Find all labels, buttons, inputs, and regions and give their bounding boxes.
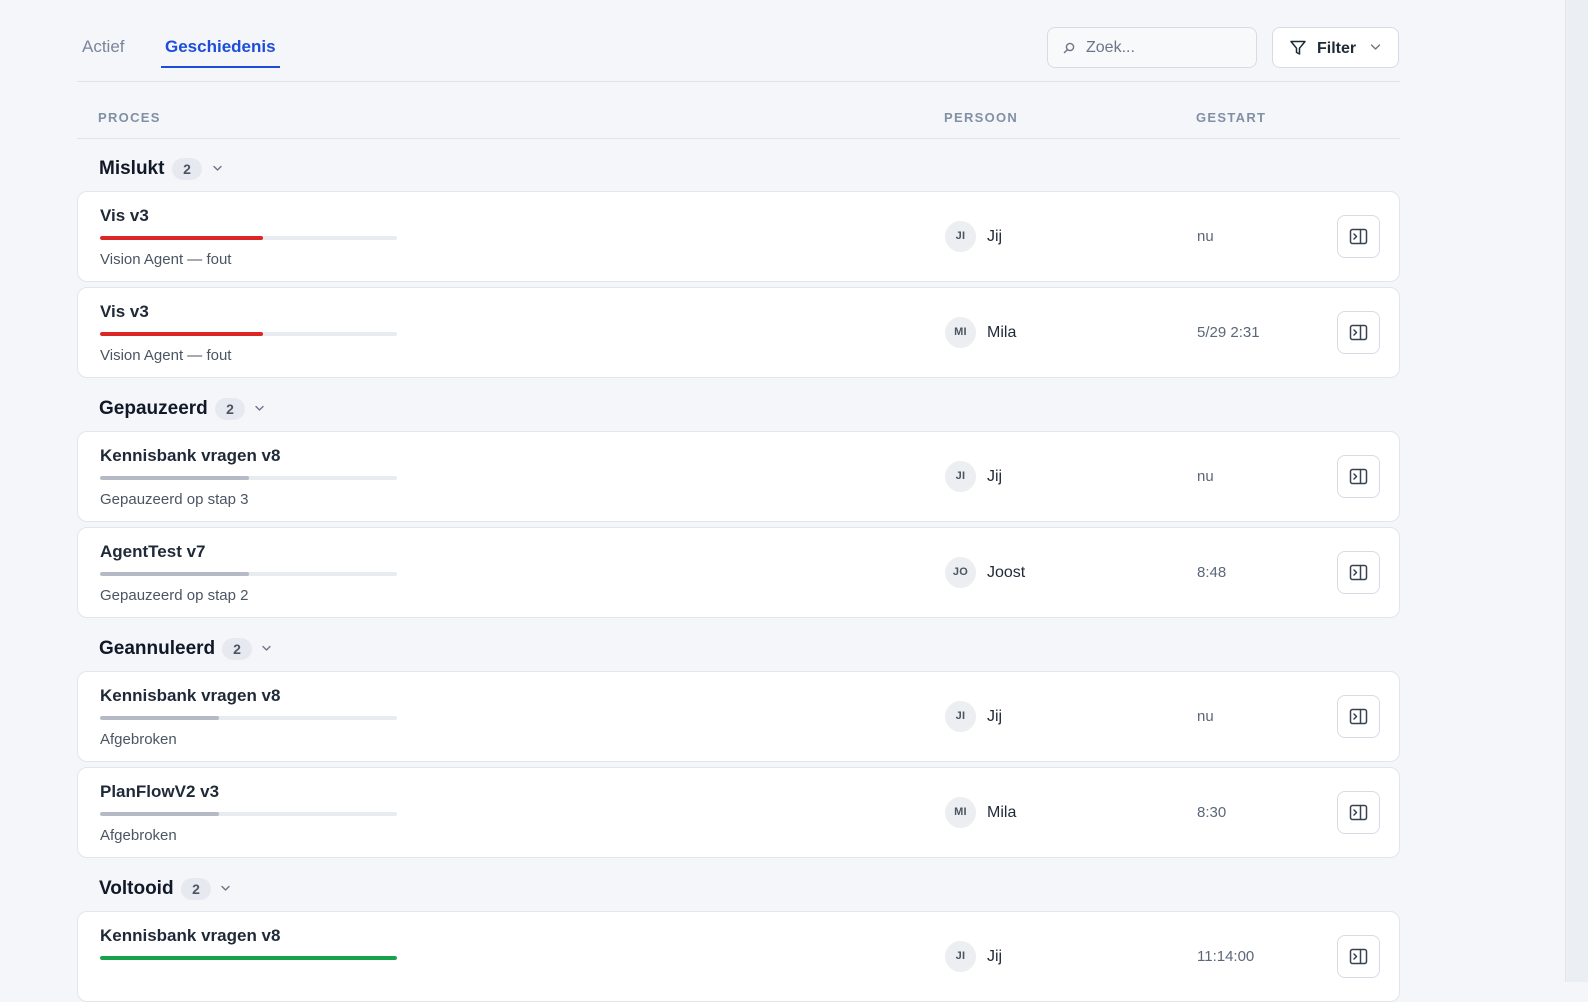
progress-bar xyxy=(100,716,397,720)
person-name: Mila xyxy=(987,804,1017,821)
process-status: Gepauzeerd op stap 3 xyxy=(100,491,249,508)
column-header-process: PROCES xyxy=(98,110,161,125)
progress-fill xyxy=(100,572,249,576)
open-panel-button[interactable] xyxy=(1337,935,1380,978)
chevron-down-icon[interactable] xyxy=(221,885,230,892)
process-row[interactable]: Vis v3 Vision Agent — fout JI Jij nu xyxy=(77,191,1400,282)
group-count-badge: 2 xyxy=(215,398,245,420)
process-name: AgentTest v7 xyxy=(100,542,206,561)
avatar: JI xyxy=(945,461,976,492)
started-time: 8:30 xyxy=(1197,804,1227,821)
started-time: 11:14:00 xyxy=(1197,948,1255,965)
person-name: Jij xyxy=(987,708,1003,725)
panel-open-icon xyxy=(1349,708,1368,725)
started-time: 8:48 xyxy=(1197,564,1227,581)
progress-fill xyxy=(100,332,264,336)
open-panel-button[interactable] xyxy=(1337,551,1380,594)
started-time: nu xyxy=(1197,468,1214,485)
group-title: Voltooid xyxy=(99,878,174,899)
panel-open-icon xyxy=(1349,804,1368,821)
progress-bar xyxy=(100,236,397,240)
progress-bar xyxy=(100,476,397,480)
chevron-down-icon[interactable] xyxy=(255,405,264,412)
progress-fill xyxy=(100,716,219,720)
progress-bar xyxy=(100,956,397,960)
group-count-badge: 2 xyxy=(181,878,211,900)
progress-bar xyxy=(100,332,397,336)
column-header-person: PERSOON xyxy=(944,110,1019,125)
panel-open-icon xyxy=(1349,324,1368,341)
group-header[interactable]: Mislukt 2 xyxy=(77,149,1400,189)
progress-fill xyxy=(100,956,397,960)
process-row[interactable]: AgentTest v7 Gepauzeerd op stap 2 JO Joost 8… xyxy=(77,527,1400,618)
process-row[interactable]: Vis v3 Vision Agent — fout MI Mila 5/29 2:31 xyxy=(77,287,1400,378)
process-row[interactable]: Kennisbank vragen v8 Gepauzeerd op stap 3… xyxy=(77,431,1400,522)
chevron-down-icon[interactable] xyxy=(213,165,222,172)
process-row[interactable]: PlanFlowV2 v3 Afgebroken MI Mila 8:30 xyxy=(77,767,1400,858)
avatar: JI xyxy=(945,221,976,252)
person-name: Jij xyxy=(987,948,1003,965)
page-scrollbar[interactable] xyxy=(1565,0,1588,982)
table-header: PROCES PERSOON GESTART xyxy=(77,0,1400,139)
process-status: Afgebroken xyxy=(100,731,177,748)
process-name: Kennisbank vragen v8 xyxy=(100,446,281,465)
started-time: 5/29 2:31 xyxy=(1197,324,1260,341)
person-name: Mila xyxy=(987,324,1017,341)
person-name: Jij xyxy=(987,468,1003,485)
group-header[interactable]: Gepauzeerd 2 xyxy=(77,389,1400,429)
process-row[interactable]: Kennisbank vragen v8 Afgebroken JI Jij nu xyxy=(77,671,1400,762)
open-panel-button[interactable] xyxy=(1337,215,1380,258)
panel-open-icon xyxy=(1349,468,1368,485)
progress-fill xyxy=(100,812,219,816)
process-name: PlanFlowV2 v3 xyxy=(100,782,220,801)
open-panel-button[interactable] xyxy=(1337,455,1380,498)
progress-bar xyxy=(100,812,397,816)
open-panel-button[interactable] xyxy=(1337,311,1380,354)
group-count-badge: 2 xyxy=(172,158,202,180)
panel-open-icon xyxy=(1349,564,1368,581)
group-count-badge: 2 xyxy=(222,638,252,660)
avatar: MI xyxy=(945,317,976,348)
group-header[interactable]: Geannuleerd 2 xyxy=(77,629,1400,669)
process-name: Kennisbank vragen v8 xyxy=(100,686,281,705)
avatar: JO xyxy=(945,557,976,588)
column-header-started: GESTART xyxy=(1196,110,1267,125)
avatar: JI xyxy=(945,941,976,972)
panel-open-icon xyxy=(1349,228,1368,245)
panel-open-icon xyxy=(1349,948,1368,965)
process-status: Vision Agent — fout xyxy=(100,251,232,268)
process-row[interactable]: Kennisbank vragen v8 JI Jij 11:14:00 xyxy=(77,911,1400,1002)
chevron-down-icon[interactable] xyxy=(262,645,271,652)
process-name: Kennisbank vragen v8 xyxy=(100,926,281,945)
started-time: nu xyxy=(1197,708,1214,725)
progress-fill xyxy=(100,476,249,480)
person-name: Jij xyxy=(987,228,1003,245)
process-status: Gepauzeerd op stap 2 xyxy=(100,587,249,604)
process-name: Vis v3 xyxy=(100,302,149,321)
group-title: Geannuleerd xyxy=(99,638,216,659)
process-status: Afgebroken xyxy=(100,827,177,844)
open-panel-button[interactable] xyxy=(1337,695,1380,738)
avatar: JI xyxy=(945,701,976,732)
group-title: Mislukt xyxy=(99,158,165,179)
progress-fill xyxy=(100,236,264,240)
process-name: Vis v3 xyxy=(100,206,149,225)
group-title: Gepauzeerd xyxy=(99,398,208,419)
progress-bar xyxy=(100,572,397,576)
process-status: Vision Agent — fout xyxy=(100,347,232,364)
person-name: Joost xyxy=(987,564,1026,581)
group-header[interactable]: Voltooid 2 xyxy=(77,869,1400,909)
avatar: MI xyxy=(945,797,976,828)
started-time: nu xyxy=(1197,228,1214,245)
open-panel-button[interactable] xyxy=(1337,791,1380,834)
